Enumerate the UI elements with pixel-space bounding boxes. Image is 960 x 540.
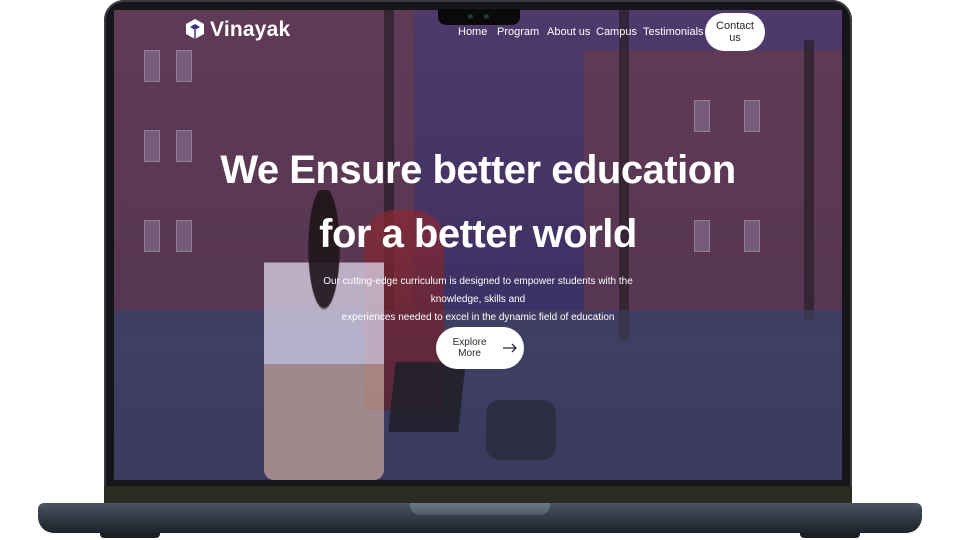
nav-link-program[interactable]: Program (497, 26, 539, 38)
camera-icon (468, 14, 473, 19)
laptop-chin (104, 486, 852, 504)
laptop-foot (800, 533, 860, 538)
hero-title: We Ensure better education for a better … (114, 138, 842, 266)
nav-link-campus[interactable]: Campus (596, 26, 637, 38)
website-screen: Vinayak Home Program About us Campus Tes… (114, 10, 842, 480)
explore-more-button[interactable]: Explore More (436, 327, 524, 369)
contact-us-button[interactable]: Contact us (705, 13, 765, 51)
explore-more-label: Explore More (452, 337, 487, 359)
nav-link-home[interactable]: Home (458, 26, 487, 38)
brand-name: Vinayak (210, 18, 291, 41)
brand-logo[interactable]: Vinayak (186, 18, 290, 42)
backpack (486, 400, 556, 460)
laptop-opening-lip (410, 503, 550, 515)
sensor-icon (484, 14, 489, 19)
nav-link-about[interactable]: About us (547, 26, 590, 38)
arrow-right-icon (503, 343, 517, 353)
window (744, 100, 760, 132)
laptop-foot (100, 533, 160, 538)
laptop-in-photo (388, 362, 466, 432)
camera-notch (438, 9, 520, 25)
hero-subtitle-line-1: Our cutting-edge curriculum is designed … (323, 276, 633, 305)
hero-subtitle-line-2: experiences needed to excel in the dynam… (341, 312, 615, 323)
hero-title-line-2: for a better world (319, 212, 637, 256)
hero-title-line-1: We Ensure better education (220, 148, 736, 192)
graduation-cap-icon (186, 19, 204, 39)
nav-link-testimonials[interactable]: Testimonials (643, 26, 704, 38)
hero-subtitle: Our cutting-edge curriculum is designed … (318, 273, 638, 327)
window (694, 100, 710, 132)
